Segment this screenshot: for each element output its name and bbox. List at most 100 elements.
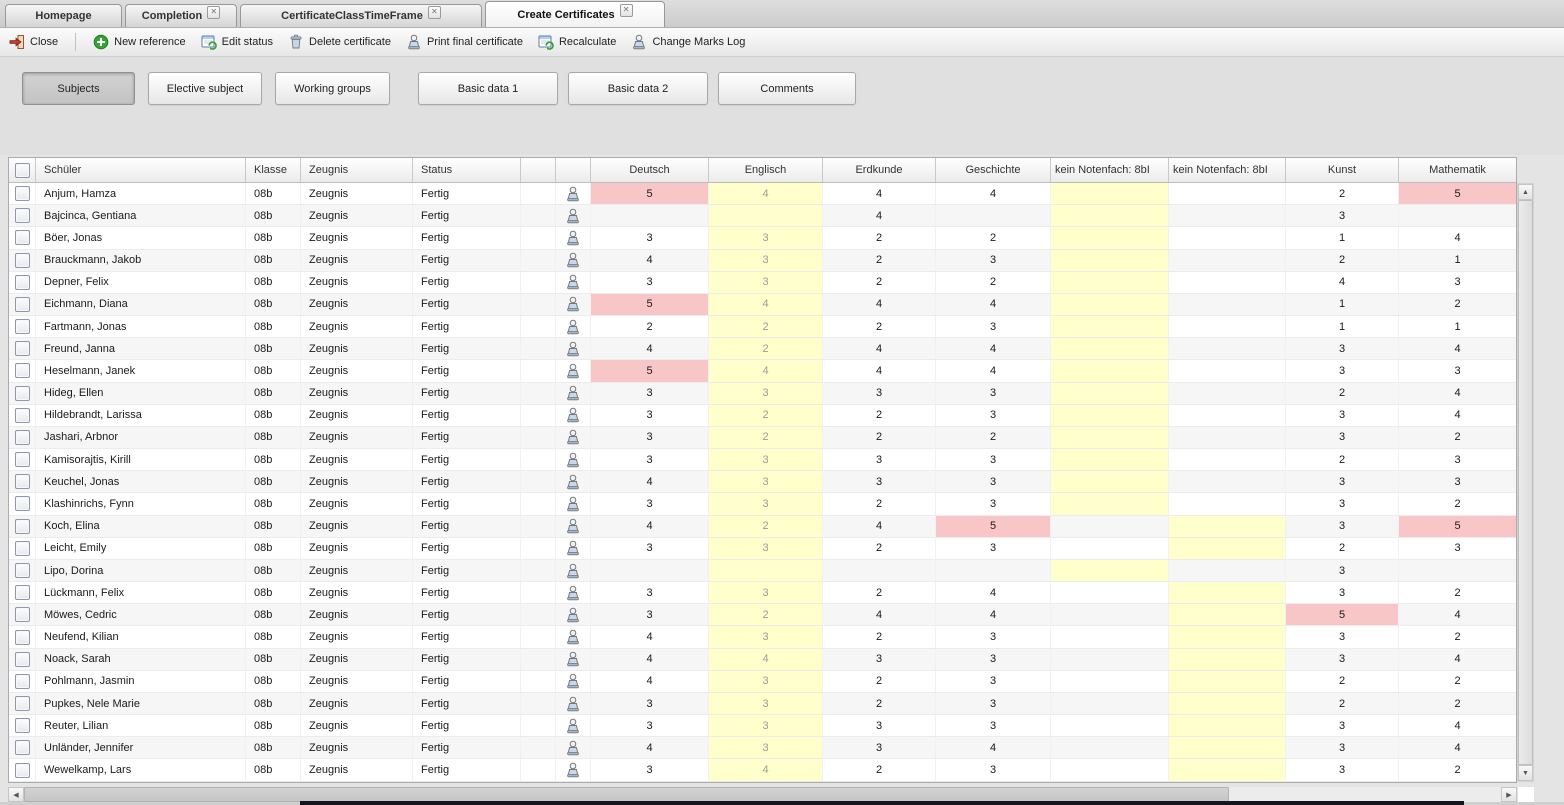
column-header-mathematik[interactable]: Mathematik bbox=[1399, 158, 1516, 182]
grade-erdkunde[interactable]: 2 bbox=[823, 316, 936, 337]
grade-erdkunde[interactable]: 4 bbox=[823, 294, 936, 315]
grade-deutsch[interactable] bbox=[591, 560, 709, 581]
table-row[interactable]: Hideg, Ellen 08b Zeugnis Fertig 3 3 3 3 … bbox=[9, 383, 1516, 405]
scroll-down-icon[interactable]: ▼ bbox=[1518, 765, 1533, 781]
grade-geschichte[interactable]: 3 bbox=[936, 538, 1051, 559]
grade-geschichte[interactable]: 3 bbox=[936, 383, 1051, 404]
row-checkbox[interactable] bbox=[15, 230, 30, 245]
grade-kunst[interactable]: 3 bbox=[1286, 360, 1399, 381]
row-checkbox[interactable] bbox=[15, 430, 30, 445]
grade-deutsch[interactable]: 3 bbox=[591, 693, 709, 714]
row-person-cell[interactable] bbox=[556, 649, 591, 670]
grade-geschichte[interactable]: 3 bbox=[936, 626, 1051, 647]
tab-elective-subject[interactable]: Elective subject bbox=[148, 72, 262, 105]
tab-basic-data-1[interactable]: Basic data 1 bbox=[418, 72, 558, 105]
grade-geschichte[interactable]: 3 bbox=[936, 715, 1051, 736]
grade-mathematik[interactable]: 2 bbox=[1399, 693, 1516, 714]
grade-erdkunde[interactable]: 4 bbox=[823, 516, 936, 537]
grade-geschichte[interactable]: 3 bbox=[936, 449, 1051, 470]
table-row[interactable]: Koch, Elina 08b Zeugnis Fertig 4 2 4 5 3… bbox=[9, 516, 1516, 538]
column-header-erdkunde[interactable]: Erdkunde bbox=[823, 158, 936, 182]
grade-kunst[interactable]: 2 bbox=[1286, 671, 1399, 692]
grade-deutsch[interactable]: 4 bbox=[591, 671, 709, 692]
grade-englisch[interactable]: 3 bbox=[709, 383, 823, 404]
row-person-cell[interactable] bbox=[556, 582, 591, 603]
grade-deutsch[interactable]: 3 bbox=[591, 582, 709, 603]
row-checkbox[interactable] bbox=[15, 696, 30, 711]
grade-kunst[interactable]: 3 bbox=[1286, 471, 1399, 492]
grade-englisch[interactable]: 3 bbox=[709, 715, 823, 736]
grade-deutsch[interactable]: 3 bbox=[591, 272, 709, 293]
grade-kunst[interactable]: 1 bbox=[1286, 294, 1399, 315]
grade-deutsch[interactable]: 4 bbox=[591, 626, 709, 647]
grade-englisch[interactable]: 2 bbox=[709, 427, 823, 448]
grade-erdkunde[interactable]: 4 bbox=[823, 183, 936, 204]
close-button[interactable]: Close bbox=[9, 34, 58, 50]
grade-kunst[interactable]: 2 bbox=[1286, 693, 1399, 714]
grade-erdkunde[interactable]: 2 bbox=[823, 693, 936, 714]
table-row[interactable]: Böer, Jonas 08b Zeugnis Fertig 3 3 2 2 1… bbox=[9, 227, 1516, 249]
row-checkbox[interactable] bbox=[15, 253, 30, 268]
select-all-checkbox[interactable] bbox=[15, 163, 30, 178]
row-checkbox[interactable] bbox=[15, 297, 30, 312]
grade-englisch[interactable]: 3 bbox=[709, 227, 823, 248]
grade-deutsch[interactable]: 3 bbox=[591, 715, 709, 736]
column-header-englisch[interactable]: Englisch bbox=[709, 158, 823, 182]
row-person-cell[interactable] bbox=[556, 205, 591, 226]
grade-erdkunde[interactable]: 3 bbox=[823, 715, 936, 736]
grade-kunst[interactable]: 3 bbox=[1286, 626, 1399, 647]
grade-geschichte[interactable]: 3 bbox=[936, 671, 1051, 692]
grade-mathematik[interactable]: 3 bbox=[1399, 471, 1516, 492]
grade-kunst[interactable]: 1 bbox=[1286, 316, 1399, 337]
grade-deutsch[interactable] bbox=[591, 205, 709, 226]
row-checkbox[interactable] bbox=[15, 386, 30, 401]
grade-mathematik[interactable]: 4 bbox=[1399, 604, 1516, 625]
grade-mathematik[interactable]: 3 bbox=[1399, 538, 1516, 559]
row-person-cell[interactable] bbox=[556, 427, 591, 448]
table-row[interactable]: Möwes, Cedric 08b Zeugnis Fertig 3 2 4 4… bbox=[9, 604, 1516, 626]
grade-englisch[interactable] bbox=[709, 560, 823, 581]
row-person-cell[interactable] bbox=[556, 294, 591, 315]
grade-erdkunde[interactable]: 3 bbox=[823, 471, 936, 492]
table-row[interactable]: Lipo, Dorina 08b Zeugnis Fertig 3 bbox=[9, 560, 1516, 582]
horizontal-scrollbar-track[interactable] bbox=[1229, 787, 1501, 802]
grade-englisch[interactable] bbox=[709, 205, 823, 226]
row-checkbox[interactable] bbox=[15, 630, 30, 645]
tab-comments[interactable]: Comments bbox=[718, 72, 856, 105]
grade-geschichte[interactable] bbox=[936, 205, 1051, 226]
grade-kunst[interactable]: 3 bbox=[1286, 715, 1399, 736]
grade-deutsch[interactable]: 4 bbox=[591, 516, 709, 537]
grade-geschichte[interactable]: 4 bbox=[936, 360, 1051, 381]
grade-mathematik[interactable]: 4 bbox=[1399, 405, 1516, 426]
grade-erdkunde[interactable]: 4 bbox=[823, 205, 936, 226]
tab-homepage[interactable]: Homepage bbox=[5, 4, 122, 27]
grade-mathematik[interactable]: 3 bbox=[1399, 449, 1516, 470]
tab-subjects[interactable]: Subjects bbox=[22, 72, 135, 105]
column-header-kunst[interactable]: Kunst bbox=[1286, 158, 1399, 182]
grade-mathematik[interactable] bbox=[1399, 560, 1516, 581]
tab-create-certificates[interactable]: Create Certificates ✕ bbox=[485, 1, 665, 27]
row-checkbox[interactable] bbox=[15, 208, 30, 223]
grade-geschichte[interactable]: 2 bbox=[936, 427, 1051, 448]
grade-deutsch[interactable]: 4 bbox=[591, 250, 709, 271]
grade-mathematik[interactable]: 2 bbox=[1399, 582, 1516, 603]
grade-mathematik[interactable]: 2 bbox=[1399, 671, 1516, 692]
grade-erdkunde[interactable]: 2 bbox=[823, 272, 936, 293]
grade-mathematik[interactable]: 1 bbox=[1399, 250, 1516, 271]
row-checkbox[interactable] bbox=[15, 363, 30, 378]
grade-erdkunde[interactable]: 4 bbox=[823, 360, 936, 381]
table-row[interactable]: Jashari, Arbnor 08b Zeugnis Fertig 3 2 2… bbox=[9, 427, 1516, 449]
table-row[interactable]: Eichmann, Diana 08b Zeugnis Fertig 5 4 4… bbox=[9, 294, 1516, 316]
grade-kunst[interactable]: 2 bbox=[1286, 250, 1399, 271]
grade-englisch[interactable]: 2 bbox=[709, 338, 823, 359]
grade-mathematik[interactable]: 4 bbox=[1399, 338, 1516, 359]
grade-kunst[interactable]: 1 bbox=[1286, 227, 1399, 248]
grade-deutsch[interactable]: 3 bbox=[591, 383, 709, 404]
grade-geschichte[interactable]: 3 bbox=[936, 405, 1051, 426]
change-marks-log-button[interactable]: Change Marks Log bbox=[631, 34, 745, 50]
grade-geschichte[interactable]: 3 bbox=[936, 471, 1051, 492]
grade-englisch[interactable]: 3 bbox=[709, 272, 823, 293]
row-person-cell[interactable] bbox=[556, 538, 591, 559]
row-person-cell[interactable] bbox=[556, 183, 591, 204]
grade-erdkunde[interactable]: 2 bbox=[823, 493, 936, 514]
